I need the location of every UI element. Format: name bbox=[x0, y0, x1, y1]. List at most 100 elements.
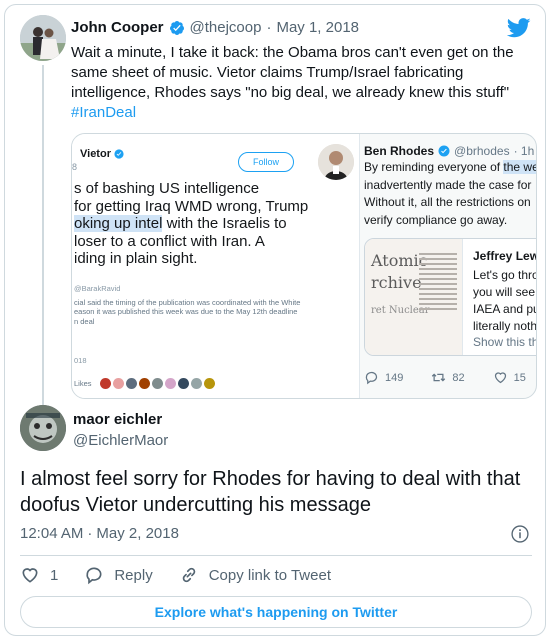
embedded-right-body: By reminding everyone of the we inadvert… bbox=[364, 159, 537, 229]
liker-avatar bbox=[151, 378, 163, 389]
embedded-left-tag: @BarakRavid bbox=[74, 284, 121, 293]
quoted-author-name[interactable]: John Cooper bbox=[71, 19, 164, 36]
verified-badge-icon bbox=[438, 145, 450, 157]
likes-label: Likes bbox=[74, 379, 92, 388]
tweet-actions: 1 Reply Copy link to Tweet bbox=[20, 565, 357, 585]
main-author-handle[interactable]: @EichlerMaor bbox=[73, 432, 168, 449]
embedded-likes-row: Likes bbox=[74, 378, 215, 389]
show-this-thread-link: Show this th bbox=[473, 335, 537, 349]
liker-avatar bbox=[125, 378, 137, 389]
heart-icon bbox=[494, 372, 506, 384]
embedded-like-action: 15 bbox=[493, 370, 526, 385]
quoted-author-avatar[interactable] bbox=[20, 15, 66, 61]
tweet-card: John Cooper @thejcoop · May 1, 2018 Wait… bbox=[4, 4, 546, 636]
retweet-icon bbox=[432, 373, 446, 382]
reply-label: Reply bbox=[114, 566, 153, 584]
highlighted-text: oking up intel bbox=[74, 215, 163, 232]
quoted-tweet-header: John Cooper @thejcoop · May 1, 2018 bbox=[71, 19, 359, 36]
embedded-left-meta-line: eason it was published this week was due… bbox=[74, 307, 298, 316]
embedded-left-tweet: Vietor 8 Follow s of bashing US intellig… bbox=[72, 134, 360, 398]
liker-avatar bbox=[190, 378, 202, 389]
embedded-right-header: Ben Rhodes @brhodes · 1h bbox=[364, 144, 534, 158]
embedded-reply-count: 149 bbox=[385, 371, 404, 384]
embedded-right-time: · 1h bbox=[513, 144, 535, 158]
quoted-tweet-text: Wait a minute, I take it back: the Obama… bbox=[71, 43, 527, 123]
embedded-left-line: for getting Iraq WMD wrong, Trump bbox=[74, 197, 309, 215]
main-author-avatar[interactable] bbox=[20, 405, 66, 451]
embedded-right-author-handle: @brhodes bbox=[454, 144, 510, 158]
nested-image-word: rchive bbox=[371, 273, 422, 292]
embedded-retweet-count: 82 bbox=[452, 371, 465, 384]
thread-connector-line bbox=[42, 65, 44, 405]
liker-avatar bbox=[112, 378, 124, 389]
reply-icon bbox=[86, 567, 102, 585]
embedded-right-line: verify compliance go away. bbox=[364, 212, 508, 227]
quoted-tweet-date[interactable]: May 1, 2018 bbox=[276, 19, 359, 36]
embedded-left-line: s of bashing US intelligence bbox=[74, 180, 260, 197]
hashtag-link[interactable]: #IranDeal bbox=[71, 103, 527, 123]
nested-line: Let's go thro bbox=[473, 268, 537, 282]
tweet-time: 12:04 AM bbox=[20, 525, 84, 542]
separator-dot: · bbox=[87, 525, 93, 542]
embedded-right-line: inadvertently made the case for bbox=[364, 177, 532, 192]
tweet-date: May 2, 2018 bbox=[96, 525, 179, 542]
embedded-reply-action: 149 bbox=[364, 370, 403, 385]
liker-avatar bbox=[138, 378, 150, 389]
verified-badge-icon bbox=[114, 149, 124, 159]
main-tweet-text: I almost feel sorry for Rhodes for havin… bbox=[20, 468, 521, 516]
liker-avatar bbox=[99, 378, 111, 389]
embedded-nested-tweet: Atomic rchive ret Nuclear Jeffrey Lew Le… bbox=[364, 238, 537, 356]
follow-button: Follow bbox=[238, 152, 294, 172]
embedded-retweet-action: 82 bbox=[431, 370, 465, 385]
nested-tweet-body: Let's go thro you will see, IAEA and pu … bbox=[473, 267, 537, 335]
verified-badge-icon bbox=[169, 20, 184, 35]
copy-link-label: Copy link to Tweet bbox=[208, 566, 331, 584]
nested-author-name: Jeffrey Lew bbox=[473, 249, 537, 263]
embedded-left-meta-line: n deal bbox=[74, 316, 95, 326]
actions-divider bbox=[20, 555, 532, 556]
like-count: 1 bbox=[50, 566, 59, 584]
embedded-right-actions: 149 82 15 bbox=[364, 370, 536, 385]
quoted-author-handle[interactable]: @thejcoop bbox=[190, 19, 262, 36]
embedded-left-line: oking up intel with the Israelis to bbox=[74, 215, 358, 233]
explore-button[interactable]: Explore what's happening on Twitter bbox=[20, 596, 532, 628]
embedded-left-meta: @BarakRavid cial said the timing of the … bbox=[74, 284, 300, 326]
nested-line: IAEA and pu bbox=[473, 302, 537, 316]
embedded-right-line: By reminding everyone of the we bbox=[364, 159, 537, 177]
nested-line: literally noth bbox=[473, 319, 537, 333]
embedded-left-count: 018 bbox=[74, 356, 87, 365]
embedded-left-meta-line: cial said the timing of the publication … bbox=[74, 297, 301, 307]
reply-button[interactable]: Reply bbox=[84, 565, 153, 585]
embedded-right-avatar bbox=[318, 144, 354, 180]
liker-avatar bbox=[177, 378, 189, 389]
embedded-right-author-name: Ben Rhodes bbox=[364, 144, 435, 158]
nested-article-image: Atomic rchive ret Nuclear bbox=[365, 239, 463, 355]
heart-icon bbox=[22, 568, 38, 583]
nested-line: you will see, bbox=[473, 285, 537, 299]
link-icon bbox=[182, 567, 195, 583]
nested-document-lines bbox=[419, 253, 457, 313]
embedded-like-count: 15 bbox=[513, 371, 526, 384]
embedded-screenshot-image[interactable]: Vietor 8 Follow s of bashing US intellig… bbox=[71, 133, 537, 399]
like-button[interactable]: 1 bbox=[20, 565, 58, 585]
main-author-name[interactable]: maor eichler bbox=[73, 411, 162, 428]
embedded-right-line-start: By reminding everyone of bbox=[364, 160, 504, 174]
embedded-left-line: loser to a conflict with Iran. A bbox=[74, 232, 265, 250]
main-tweet-timestamp[interactable]: 12:04 AM · May 2, 2018 bbox=[20, 525, 179, 542]
copy-link-button[interactable]: Copy link to Tweet bbox=[179, 565, 331, 585]
liker-avatar bbox=[164, 378, 176, 389]
liker-avatar bbox=[203, 378, 215, 389]
embedded-left-small-number: 8 bbox=[72, 162, 78, 172]
embedded-left-author: Vietor bbox=[80, 148, 124, 160]
embedded-left-line-rest: with the Israelis to bbox=[162, 215, 287, 232]
twitter-bird-icon[interactable] bbox=[507, 17, 531, 39]
info-icon[interactable] bbox=[510, 524, 530, 544]
highlighted-text: the we bbox=[503, 160, 537, 174]
separator-dot: · bbox=[266, 19, 272, 36]
quoted-tweet-body: Wait a minute, I take it back: the Obama… bbox=[71, 44, 514, 101]
embedded-left-line: iding in plain sight. bbox=[74, 250, 198, 267]
reply-icon bbox=[365, 371, 378, 385]
embedded-left-author-name: Vietor bbox=[80, 148, 111, 160]
embedded-left-body: s of bashing US intelligence for getting… bbox=[74, 180, 358, 268]
embedded-right-line: Without it, all the restrictions on bbox=[364, 195, 531, 209]
